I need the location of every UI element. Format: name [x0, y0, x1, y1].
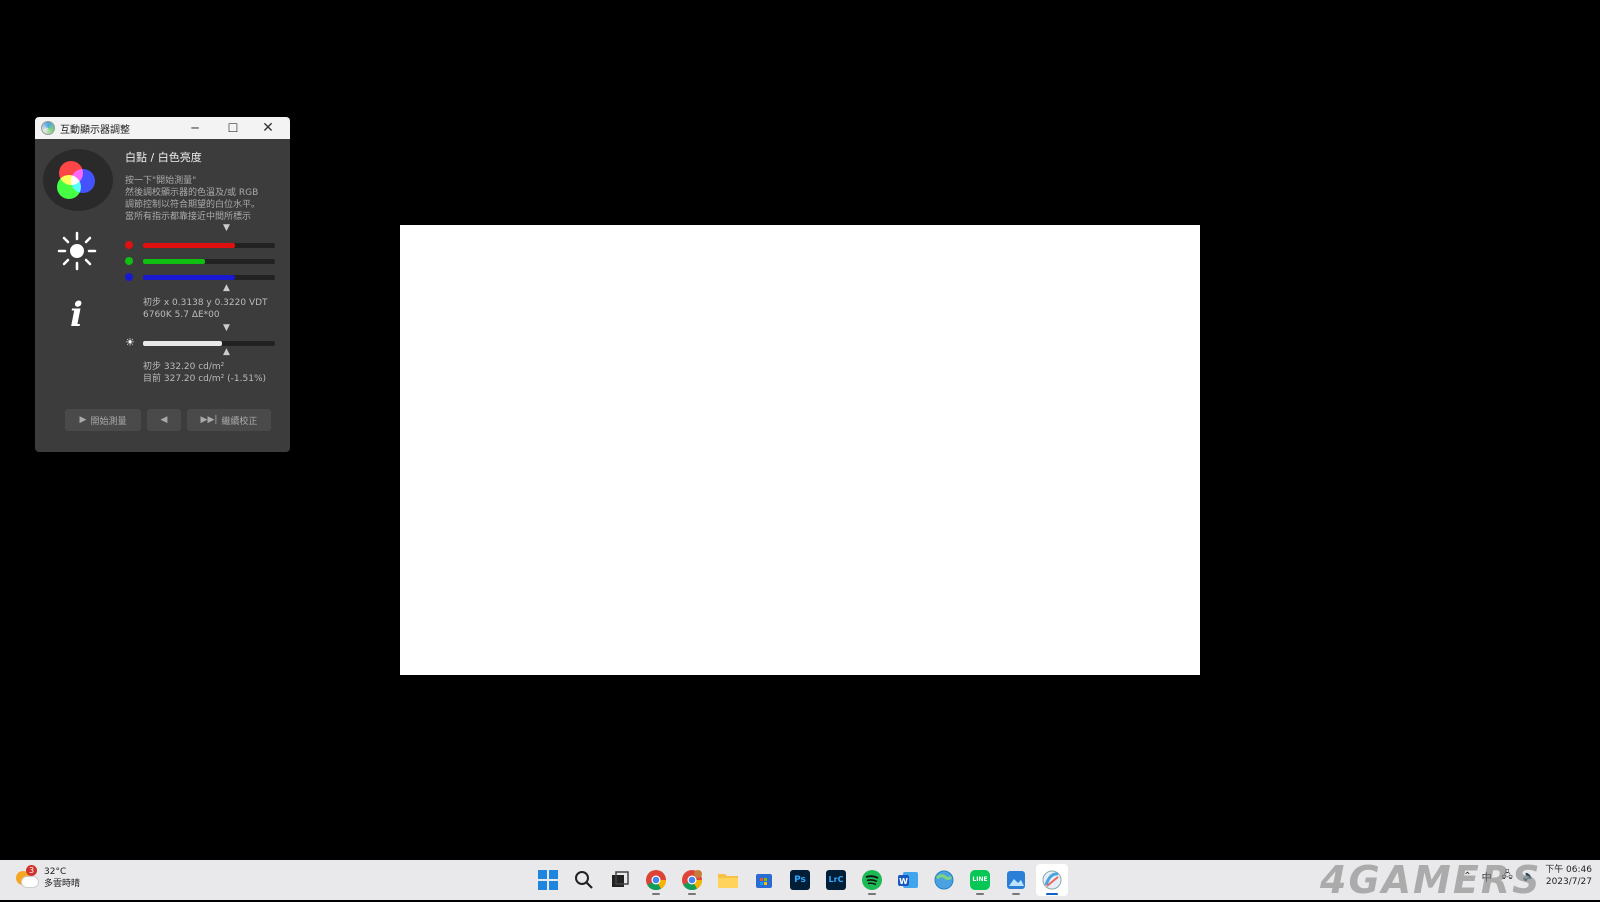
green-level	[143, 259, 206, 264]
brightness-marker-bottom: ▲	[223, 347, 230, 357]
target-marker-bottom: ▲	[223, 283, 230, 293]
green-dot-icon	[125, 257, 133, 265]
red-level	[143, 243, 236, 248]
chroma-readout-initial: 初步 x 0.3138 y 0.3220 VDT	[143, 298, 268, 308]
brightness-icon	[57, 231, 97, 271]
instruction-line-4: 當所有指示都靠接近中間所標示	[125, 212, 252, 222]
section-title: 白點 / 白色亮度	[125, 151, 202, 164]
red-slider	[125, 237, 283, 253]
weather-icon: 3	[16, 865, 39, 889]
luminance-readout-initial: 初步 332.20 cd/m²	[143, 362, 225, 372]
lightroom-classic-icon[interactable]: LrC	[820, 864, 852, 896]
store-icon[interactable]	[748, 864, 780, 896]
continue-calibration-label: 繼續校正	[221, 416, 258, 427]
taskbar-apps: Ps LrC W LINE	[532, 864, 1068, 896]
photos-icon[interactable]	[1000, 864, 1032, 896]
instruction-line-1: 按一下"開始測量"	[125, 176, 197, 186]
task-view-icon[interactable]	[604, 864, 636, 896]
skip-forward-icon: ▶▶|	[200, 415, 218, 425]
weather-desc: 多雲時晴	[44, 879, 81, 889]
weather-badge: 3	[26, 865, 37, 876]
red-dot-icon	[125, 241, 133, 249]
displaycal-taskbar-icon[interactable]	[1036, 864, 1068, 896]
instruction-line-2: 然後調校顯示器的色溫及/或 RGB	[125, 188, 259, 198]
chroma-readout-current: 6760K 5.7 ΔE*00	[143, 310, 220, 320]
start-measurement-button[interactable]: ▶ 開始測量	[65, 409, 141, 431]
brightness-slider: ☀	[125, 335, 283, 351]
close-button[interactable]: ✕	[252, 117, 284, 139]
blue-dot-icon	[125, 273, 133, 281]
windows-start-icon[interactable]	[532, 864, 564, 896]
clock-time: 下午 06:46	[1545, 865, 1592, 875]
blue-slider	[125, 269, 283, 285]
chrome-icon[interactable]	[640, 864, 672, 896]
measurement-patch	[400, 225, 1200, 675]
brightness-level	[143, 341, 223, 346]
window-title: 互動顯示器調整	[60, 124, 130, 136]
line-icon[interactable]: LINE	[964, 864, 996, 896]
panel-content: 白點 / 白色亮度 按一下"開始測量" 然後調校顯示器的色溫及/或 RGB 調節…	[125, 145, 283, 385]
word-icon[interactable]: W	[892, 864, 924, 896]
continue-calibration-button[interactable]: ▶▶| 繼續校正	[187, 409, 271, 431]
watermark-logo: 4GAMERS	[1320, 858, 1542, 902]
chrome-profile-icon[interactable]	[676, 864, 708, 896]
weather-widget[interactable]: 3 32°C 多雲時晴	[16, 865, 81, 890]
svg-text:W: W	[899, 877, 908, 886]
play-icon: ▶	[79, 415, 87, 425]
instruction-line-3: 調節控制以符合期望的白位水平。	[125, 200, 261, 210]
left-rail: i	[43, 149, 113, 335]
clock[interactable]: 下午 06:46 2023/7/27	[1545, 864, 1592, 888]
rgb-orb-icon	[43, 149, 113, 211]
brightness-small-icon: ☀	[125, 336, 135, 349]
file-explorer-icon[interactable]	[712, 864, 744, 896]
photoshop-icon[interactable]: Ps	[784, 864, 816, 896]
back-arrow-icon: ◀	[160, 415, 168, 425]
search-icon[interactable]	[568, 864, 600, 896]
info-icon[interactable]: i	[70, 295, 94, 335]
clock-date: 2023/7/27	[1545, 877, 1592, 887]
desktop: 互動顯示器調整 ─ ☐ ✕ i 白點 / 白色亮度 按一下"開始測量" 然後調校…	[0, 0, 1600, 860]
title-bar: 互動顯示器調整 ─ ☐ ✕	[35, 117, 290, 139]
luminance-readout-current: 目前 327.20 cd/m² (-1.51%)	[143, 374, 267, 384]
calibration-window: 互動顯示器調整 ─ ☐ ✕ i 白點 / 白色亮度 按一下"開始測量" 然後調校…	[35, 117, 290, 452]
button-row: ▶ 開始測量 ◀ ▶▶| 繼續校正	[65, 409, 271, 431]
blue-level	[143, 275, 236, 280]
back-button[interactable]: ◀	[147, 409, 181, 431]
displaycal-icon	[41, 121, 55, 135]
green-slider	[125, 253, 283, 269]
weather-temp: 32°C	[44, 867, 67, 877]
spotify-icon[interactable]	[856, 864, 888, 896]
target-marker-top: ▼	[223, 223, 230, 233]
brightness-marker-top: ▼	[223, 323, 230, 333]
start-measurement-label: 開始測量	[90, 416, 127, 427]
minimize-button[interactable]: ─	[176, 117, 214, 139]
maximize-button[interactable]: ☐	[214, 117, 252, 139]
globe-app-icon[interactable]	[928, 864, 960, 896]
